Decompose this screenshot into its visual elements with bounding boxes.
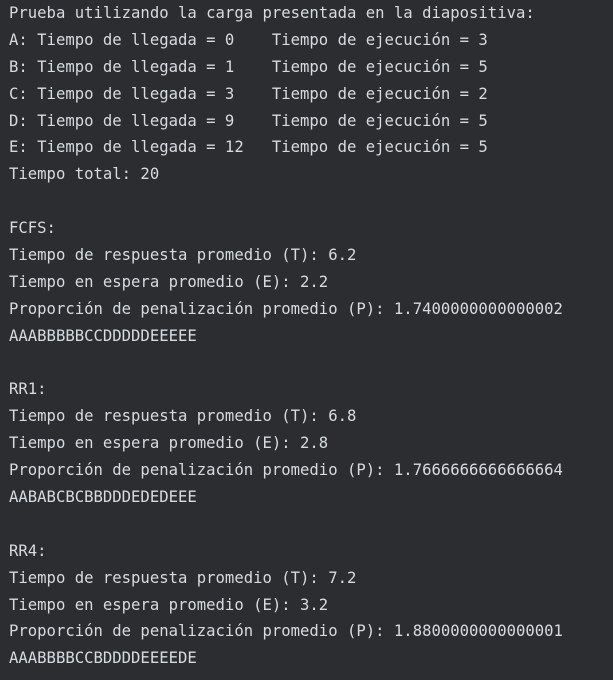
rr4-t-line: Tiempo de respuesta promedio (T): 7.2 [9,568,357,587]
fcfs-p-line: Proporción de penalización promedio (P):… [9,299,563,318]
fcfs-sequence: AAABBBBBCCDDDDDEEEEE [9,326,197,345]
rr4-p-line: Proporción de penalización promedio (P):… [9,622,563,641]
rr1-header: RR1: [9,380,47,399]
process-e-line: E: Tiempo de llegada = 12 Tiempo de ejec… [9,138,488,157]
rr1-e-line: Tiempo en espera promedio (E): 2.8 [9,434,329,453]
console-output: Prueba utilizando la carga presentada en… [9,0,609,680]
fcfs-e-line: Tiempo en espera promedio (E): 2.2 [9,272,329,291]
total-time-line: Tiempo total: 20 [9,165,160,184]
process-b-line: B: Tiempo de llegada = 1 Tiempo de ejecu… [9,57,488,76]
rr4-sequence: AAABBBBCCBDDDDEEEEDE [9,649,197,668]
process-d-line: D: Tiempo de llegada = 9 Tiempo de ejecu… [9,111,488,130]
rr1-sequence: AABABCBCBBDDDEDEDEEE [9,488,197,507]
rr1-t-line: Tiempo de respuesta promedio (T): 6.8 [9,407,357,426]
fcfs-header: FCFS: [9,219,56,238]
fcfs-t-line: Tiempo de respuesta promedio (T): 6.2 [9,246,357,265]
process-c-line: C: Tiempo de llegada = 3 Tiempo de ejecu… [9,84,488,103]
rr4-e-line: Tiempo en espera promedio (E): 3.2 [9,595,329,614]
process-a-line: A: Tiempo de llegada = 0 Tiempo de ejecu… [9,30,488,49]
rr4-header: RR4: [9,541,47,560]
intro-line: Prueba utilizando la carga presentada en… [9,4,535,22]
rr1-p-line: Proporción de penalización promedio (P):… [9,461,563,480]
